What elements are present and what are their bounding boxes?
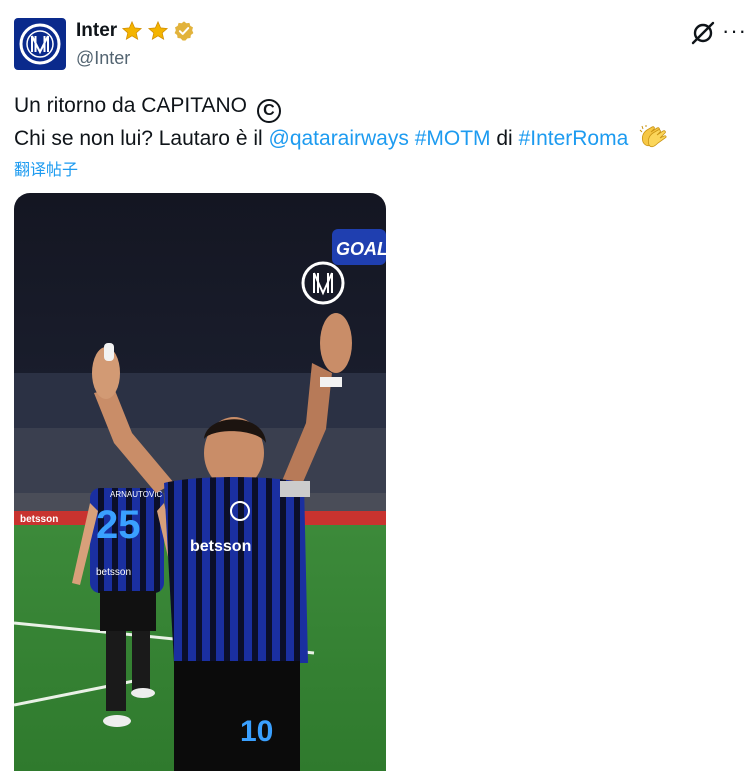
player-main-sponsor: betsson (190, 538, 251, 555)
tweet-media-video[interactable]: betsson GOAL 25 ARNAUTOVIC betsson betss… (14, 193, 386, 771)
sponsor-board-text: betsson (20, 514, 58, 525)
player-main-number: 10 (240, 715, 273, 748)
tweet-line-1-text: Un ritorno da CAPITANO (14, 94, 248, 117)
tweet-text: Un ritorno da CAPITANO C Chi se non lui?… (14, 90, 668, 155)
tweet-line-2-text: Chi se non lui? Lautaro è il (14, 127, 269, 150)
display-name[interactable]: Inter (76, 20, 117, 42)
tweet-line-2: Chi se non lui? Lautaro è il @qatarairwa… (14, 123, 668, 155)
player-back-number: 25 (96, 503, 141, 547)
clapping-hands-icon (639, 125, 667, 148)
player-back-sponsor: betsson (96, 567, 131, 578)
star-icon (148, 20, 169, 41)
verified-badge-icon[interactable] (173, 20, 195, 42)
tweet-connector: di (490, 127, 519, 150)
inter-avatar[interactable] (14, 18, 66, 70)
hashtag-link-match[interactable]: #InterRoma (519, 127, 629, 150)
inter-logo-icon (19, 23, 61, 65)
media-scene: betsson GOAL 25 ARNAUTOVIC betsson betss… (14, 193, 386, 771)
account-handle[interactable]: @Inter (76, 48, 130, 69)
hashtag-link-motm[interactable]: #MOTM (415, 127, 491, 150)
translate-post-link[interactable]: 翻译帖子 (14, 156, 78, 180)
goal-overlay-text: GOAL (336, 239, 386, 259)
more-options-icon[interactable]: ··· (722, 18, 748, 44)
mention-link[interactable]: @qatarairways (269, 127, 409, 150)
star-icon (122, 20, 143, 41)
copyright-symbol-icon: C (256, 99, 281, 123)
grok-icon[interactable] (690, 20, 716, 46)
tweet-line-1: Un ritorno da CAPITANO C (14, 90, 668, 123)
account-name-row: Inter (76, 20, 195, 42)
